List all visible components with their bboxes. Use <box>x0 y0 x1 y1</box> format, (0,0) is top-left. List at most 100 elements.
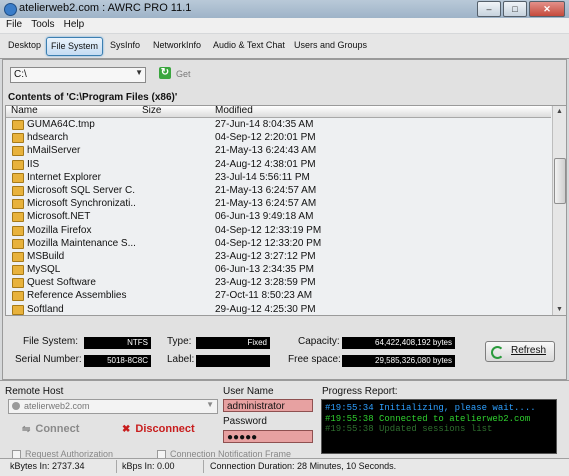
file-list[interactable]: Name Size Modified GUMA64C.tmp27-Jun-14 … <box>5 105 567 316</box>
file-name: Mozilla Firefox <box>27 225 135 236</box>
table-row[interactable]: Internet Explorer23-Jul-14 5:56:11 PM <box>6 171 551 184</box>
tab-users-and-groups[interactable]: Users and Groups <box>290 37 371 54</box>
menu-help[interactable]: Help <box>64 19 85 30</box>
close-button[interactable]: ✕ <box>529 1 565 17</box>
column-modified[interactable]: Modified <box>215 105 253 116</box>
tab-desktop[interactable]: Desktop <box>4 37 45 54</box>
path-dropdown[interactable]: C:\ ▼ <box>10 67 146 83</box>
vertical-scrollbar[interactable]: ▲ ▼ <box>552 106 566 315</box>
connection-panel: Remote Host atelierweb2.com ▼ ⇋Connect ✖… <box>0 380 569 459</box>
folder-icon <box>12 305 24 315</box>
progress-report-log: #19:55:34 Initializing, please wait....#… <box>321 399 557 454</box>
file-modified: 23-Jul-14 5:56:11 PM <box>215 172 310 183</box>
remote-host-label: Remote Host <box>5 386 63 397</box>
tab-audio-text-chat[interactable]: Audio & Text Chat <box>209 37 289 54</box>
status-separator <box>203 460 204 473</box>
table-row[interactable]: Quest Software 23-Aug-12 3:28:59 PM <box>6 276 551 289</box>
folder-icon <box>12 120 24 130</box>
table-row[interactable]: Microsoft.NET06-Jun-13 9:49:18 AM <box>6 210 551 223</box>
get-button[interactable]: ↻ Get <box>159 67 199 82</box>
file-modified: 04-Sep-12 12:33:19 PM <box>215 225 321 236</box>
folder-icon <box>12 291 24 301</box>
free-space-label: Free space: <box>288 354 341 365</box>
table-row[interactable]: Softland29-Aug-12 4:25:30 PM <box>6 303 551 316</box>
folder-icon <box>12 199 24 209</box>
table-row[interactable]: IIS 24-Aug-12 4:38:01 PM <box>6 158 551 171</box>
disconnect-label: Disconnect <box>135 423 194 435</box>
file-modified: 04-Sep-12 12:33:20 PM <box>215 238 321 249</box>
tab-file-system[interactable]: File System <box>46 37 103 56</box>
file-modified: 29-Aug-12 4:25:30 PM <box>215 304 316 315</box>
menu-tools[interactable]: Tools <box>31 19 54 30</box>
progress-line: #19:55:38 Connected to atelierweb2.com <box>325 414 553 425</box>
column-size[interactable]: Size <box>142 105 161 116</box>
scroll-thumb[interactable] <box>554 158 566 204</box>
file-modified: 23-Aug-12 3:28:59 PM <box>215 277 316 288</box>
progress-line: #19:55:34 Initializing, please wait.... <box>325 403 553 414</box>
file-name: Mozilla Maintenance S... <box>27 238 135 249</box>
tab-sysinfo[interactable]: SysInfo <box>106 37 144 54</box>
app-globe-icon <box>4 3 17 16</box>
folder-icon <box>12 146 24 156</box>
volume-label-value <box>196 355 270 367</box>
file-name: Microsoft SQL Server C... <box>27 185 135 196</box>
file-name: Quest Software <box>27 277 135 288</box>
menu-file[interactable]: File <box>6 19 22 30</box>
file-modified: 04-Sep-12 2:20:01 PM <box>215 132 316 143</box>
contents-title: Contents of 'C:\Program Files (x86)' <box>8 92 177 103</box>
chevron-down-icon: ▼ <box>135 68 143 77</box>
file-modified: 24-Aug-12 4:38:01 PM <box>215 159 316 170</box>
connect-button[interactable]: ⇋Connect <box>22 423 79 435</box>
remote-host-dropdown[interactable]: atelierweb2.com ▼ <box>8 399 218 414</box>
folder-icon <box>12 252 24 262</box>
file-list-header: Name Size Modified <box>6 106 551 118</box>
table-row[interactable]: Mozilla Maintenance S... 04-Sep-12 12:33:… <box>6 237 551 250</box>
file-modified: 06-Jun-13 2:34:35 PM <box>215 264 314 275</box>
table-row[interactable]: Microsoft SQL Server C...21-May-13 6:24:… <box>6 184 551 197</box>
minimize-button[interactable]: – <box>477 1 501 17</box>
password-label: Password <box>223 416 267 427</box>
capacity-value: 64,422,408,192 bytes <box>342 337 455 349</box>
table-row[interactable]: MSBuild23-Aug-12 3:27:12 PM <box>6 250 551 263</box>
username-field[interactable]: administrator <box>223 399 313 412</box>
type-label: Type: <box>167 336 191 347</box>
file-modified: 27-Oct-11 8:50:23 AM <box>215 290 312 301</box>
folder-icon <box>12 278 24 288</box>
table-row[interactable]: hdsearch04-Sep-12 2:20:01 PM <box>6 131 551 144</box>
chevron-down-icon: ▼ <box>206 400 214 409</box>
title-bar: atelierweb2.com : AWRC PRO 11.1 – □ ✕ <box>0 0 569 19</box>
file-name: MSBuild <box>27 251 135 262</box>
username-label: User Name <box>223 386 274 397</box>
kbytes-in: kBytes In: 2737.34 <box>10 461 85 471</box>
file-name: Microsoft.NET <box>27 211 135 222</box>
table-row[interactable]: Reference Assemblies27-Oct-11 8:50:23 AM <box>6 289 551 302</box>
scroll-up-icon[interactable]: ▲ <box>553 106 566 117</box>
progress-line: #19:55:38 Updated sessions list <box>325 424 553 435</box>
type-value: Fixed <box>196 337 270 349</box>
folder-icon <box>12 186 24 196</box>
disconnect-button[interactable]: ✖Disconnect <box>122 423 195 435</box>
password-field[interactable]: ●●●●● <box>223 430 313 443</box>
status-separator <box>116 460 117 473</box>
tab-networkinfo[interactable]: NetworkInfo <box>149 37 205 54</box>
file-name: IIS <box>27 159 135 170</box>
file-name: MySQL <box>27 264 135 275</box>
table-row[interactable]: hMailServer 21-May-13 6:24:43 AM <box>6 144 551 157</box>
file-name: hMailServer <box>27 145 135 156</box>
kbps-in: kBps In: 0.00 <box>122 461 175 471</box>
column-name[interactable]: Name <box>11 105 38 116</box>
file-system-panel: C:\ ▼ ↻ Get Contents of 'C:\Program File… <box>2 59 567 380</box>
capacity-label: Capacity: <box>298 336 340 347</box>
table-row[interactable]: MySQL 06-Jun-13 2:34:35 PM <box>6 263 551 276</box>
refresh-icon <box>491 346 504 359</box>
remote-host-value: atelierweb2.com <box>24 401 90 411</box>
progress-report-label: Progress Report: <box>322 386 398 397</box>
refresh-button[interactable]: Refresh <box>485 341 555 362</box>
file-name: GUMA64C.tmp <box>27 119 135 130</box>
table-row[interactable]: Microsoft Synchronizati...21-May-13 6:24… <box>6 197 551 210</box>
table-row[interactable]: Mozilla Firefox 04-Sep-12 12:33:19 PM <box>6 224 551 237</box>
scroll-down-icon[interactable]: ▼ <box>553 304 566 315</box>
table-row[interactable]: GUMA64C.tmp27-Jun-14 8:04:35 AM <box>6 118 551 131</box>
file-modified: 21-May-13 6:24:43 AM <box>215 145 316 156</box>
maximize-button[interactable]: □ <box>503 1 527 17</box>
